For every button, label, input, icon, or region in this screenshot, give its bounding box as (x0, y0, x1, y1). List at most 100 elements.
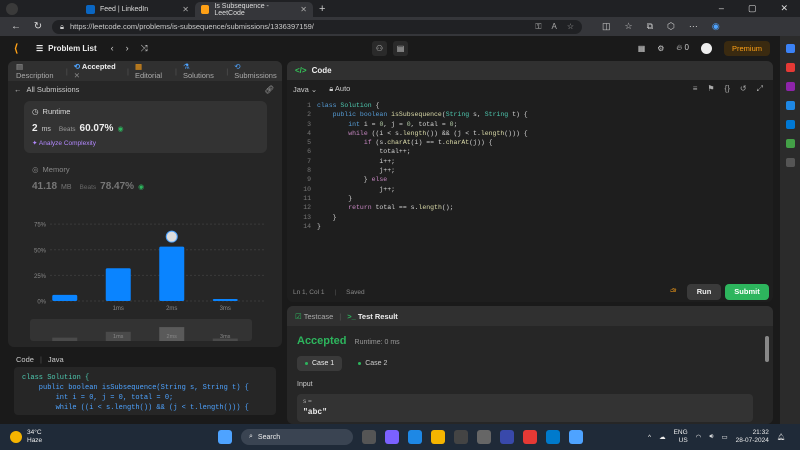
reset-icon[interactable]: ↺ (740, 84, 747, 94)
task-view-icon[interactable] (362, 430, 376, 444)
close-window-button[interactable]: ✕ (780, 3, 788, 14)
read-aloud-icon[interactable]: A (551, 22, 556, 32)
premium-button[interactable]: Premium (723, 40, 770, 56)
app-icon[interactable] (500, 430, 514, 444)
close-tab-icon[interactable]: ✕ (74, 71, 80, 80)
shuffle-icon[interactable]: ⤨ (141, 43, 148, 54)
streak-counter[interactable]: 🔥︎ 0 (676, 43, 689, 53)
menu-dots-icon[interactable]: ⋯ (689, 21, 698, 32)
taskbar: 34°C Haze ⌕ Search ^ ☁ ENG US ◠ 🔊︎ ▭ 21:… (0, 424, 800, 450)
debug-icon[interactable]: ⚇ (372, 40, 387, 56)
weather-widget[interactable]: 34°C Haze (10, 429, 42, 445)
file-explorer-icon[interactable] (431, 430, 445, 444)
tab-testcase[interactable]: ☑ Testcase (295, 312, 333, 321)
favorite-star-icon[interactable]: ☆ (567, 22, 574, 32)
battery-icon[interactable]: ▭ (721, 433, 727, 441)
close-tab-icon[interactable]: ✕ (182, 5, 189, 14)
tab-description[interactable]: ▤ Description (16, 62, 60, 80)
drop-icon[interactable] (785, 139, 795, 148)
prev-problem-icon[interactable]: ‹ (111, 43, 114, 54)
copilot-icon[interactable]: ◉ (712, 21, 720, 32)
tab-test-result[interactable]: >_ Test Result (347, 312, 398, 321)
expand-icon[interactable]: ⤢ (757, 84, 763, 94)
lock-icon[interactable]: 🔒︎ (60, 22, 64, 32)
share-link-icon[interactable]: 🔗︎ (264, 85, 274, 94)
input-value-box[interactable]: s = "abc" (297, 394, 753, 422)
editor-code[interactable]: class Solution { public boolean isSubseq… (317, 101, 528, 231)
settings-gear-icon[interactable]: ⚙ (657, 44, 664, 53)
all-submissions-link[interactable]: All Submissions (27, 85, 80, 94)
clock[interactable]: 21:32 28-07-2024 (736, 429, 769, 445)
next-problem-icon[interactable]: › (126, 43, 129, 54)
search-icon: ⌕ (249, 433, 253, 440)
problem-list-button[interactable]: ☰ Problem List (36, 44, 97, 53)
new-tab-button[interactable]: + (319, 3, 325, 15)
language-select[interactable]: Java ⌄ (293, 85, 317, 94)
tab-submissions[interactable]: ⟲ Submissions (234, 62, 282, 80)
chevron-up-icon[interactable]: ^ (648, 434, 651, 441)
run-button[interactable]: Run (687, 284, 721, 300)
analyze-complexity-link[interactable]: ✦ Analyze Complexity (32, 139, 259, 147)
browser-tab-linkedin[interactable]: Feed | LinkedIn ✕ (80, 2, 195, 17)
chat-icon[interactable] (385, 430, 399, 444)
onedrive-icon[interactable]: ☁ (659, 433, 666, 441)
url-field[interactable]: 🔒︎ https://leetcode.com/problems/is-subs… (52, 19, 582, 34)
date: 28-07-2024 (735, 437, 769, 444)
tab-editorial[interactable]: ▦ Editorial (135, 62, 169, 80)
profile-avatar-icon[interactable] (6, 2, 18, 15)
back-arrow-icon[interactable]: ← (14, 85, 22, 94)
app-icon[interactable] (523, 430, 537, 444)
collections-icon[interactable]: ⧉ (647, 21, 653, 32)
tools-icon[interactable] (785, 82, 795, 91)
app-icon[interactable] (477, 430, 491, 444)
favorites-icon[interactable]: ☆ (625, 21, 633, 32)
close-tab-icon[interactable]: ✕ (300, 5, 307, 14)
minimize-button[interactable]: – (719, 3, 724, 14)
search-sidebar-icon[interactable] (785, 44, 795, 53)
vscode-icon[interactable] (546, 430, 560, 444)
app-icon[interactable] (569, 430, 583, 444)
layout-icon[interactable]: ▦ (638, 44, 646, 53)
tab-solutions[interactable]: ⚗ Solutions (183, 62, 220, 80)
code-label: Code (16, 354, 34, 364)
maximize-button[interactable]: ▢ (748, 3, 757, 14)
case-1-tab[interactable]: Case 1 (297, 356, 343, 371)
braces-icon[interactable]: {} (725, 84, 730, 94)
add-sidebar-icon[interactable] (785, 158, 795, 167)
wifi-icon[interactable]: ◠ (696, 433, 702, 441)
language-indicator[interactable]: ENG US (674, 429, 688, 445)
key-icon[interactable]: ⚿ (535, 22, 541, 32)
scrollbar[interactable] (765, 336, 769, 362)
runtime-distribution-chart[interactable]: 75% 50% 25% 0% 1ms 2ms 3ms 1ms 2ms 3ms (24, 211, 270, 346)
extensions-icon[interactable]: ⬡ (667, 21, 675, 32)
split-screen-icon[interactable]: ◫ (602, 21, 611, 32)
overview-tick-label: 2ms (167, 334, 178, 340)
result-status: Accepted (297, 335, 347, 347)
bookmark-icon[interactable]: ⚑ (707, 84, 714, 94)
avatar[interactable] (700, 42, 712, 54)
leetcode-logo-icon[interactable]: ⟨ (14, 42, 24, 55)
submit-button[interactable]: Submit (725, 284, 769, 300)
temperature: 34°C (27, 429, 42, 436)
back-icon[interactable]: ← (10, 21, 22, 32)
outlook-icon[interactable] (785, 120, 795, 129)
volume-icon[interactable]: 🔊︎ (709, 433, 713, 441)
runtime-card[interactable]: ◷ Runtime 2 ms Beats 60.07% ◉ ✦ Analyze … (24, 101, 267, 153)
browser-tab-leetcode[interactable]: Is Subsequence - LeetCode ✕ (195, 2, 313, 17)
store-icon[interactable] (454, 430, 468, 444)
auto-mode-toggle[interactable]: 🔒︎ Auto (329, 84, 350, 94)
shopping-icon[interactable] (785, 63, 795, 72)
edge-icon[interactable] (408, 430, 422, 444)
case-2-tab[interactable]: Case 2 (350, 356, 395, 371)
cloud-upload-icon[interactable]: ⛅︎ (670, 287, 676, 297)
notification-bell-icon[interactable]: 🔔︎ (777, 433, 785, 441)
notes-icon[interactable]: ▤ (393, 40, 408, 56)
refresh-icon[interactable]: ↻ (32, 21, 44, 32)
format-icon[interactable]: ≡ (693, 84, 698, 94)
windows-start-icon[interactable] (218, 430, 232, 444)
tab-accepted[interactable]: ⟲ Accepted ✕ (74, 62, 121, 80)
games-icon[interactable] (785, 101, 795, 110)
taskbar-search[interactable]: ⌕ Search (241, 429, 353, 445)
code-block[interactable]: class Solution { public boolean isSubseq… (14, 367, 276, 415)
memory-card[interactable]: ◎ Memory 41.18 MB Beats 78.47% ◉ (32, 165, 262, 205)
